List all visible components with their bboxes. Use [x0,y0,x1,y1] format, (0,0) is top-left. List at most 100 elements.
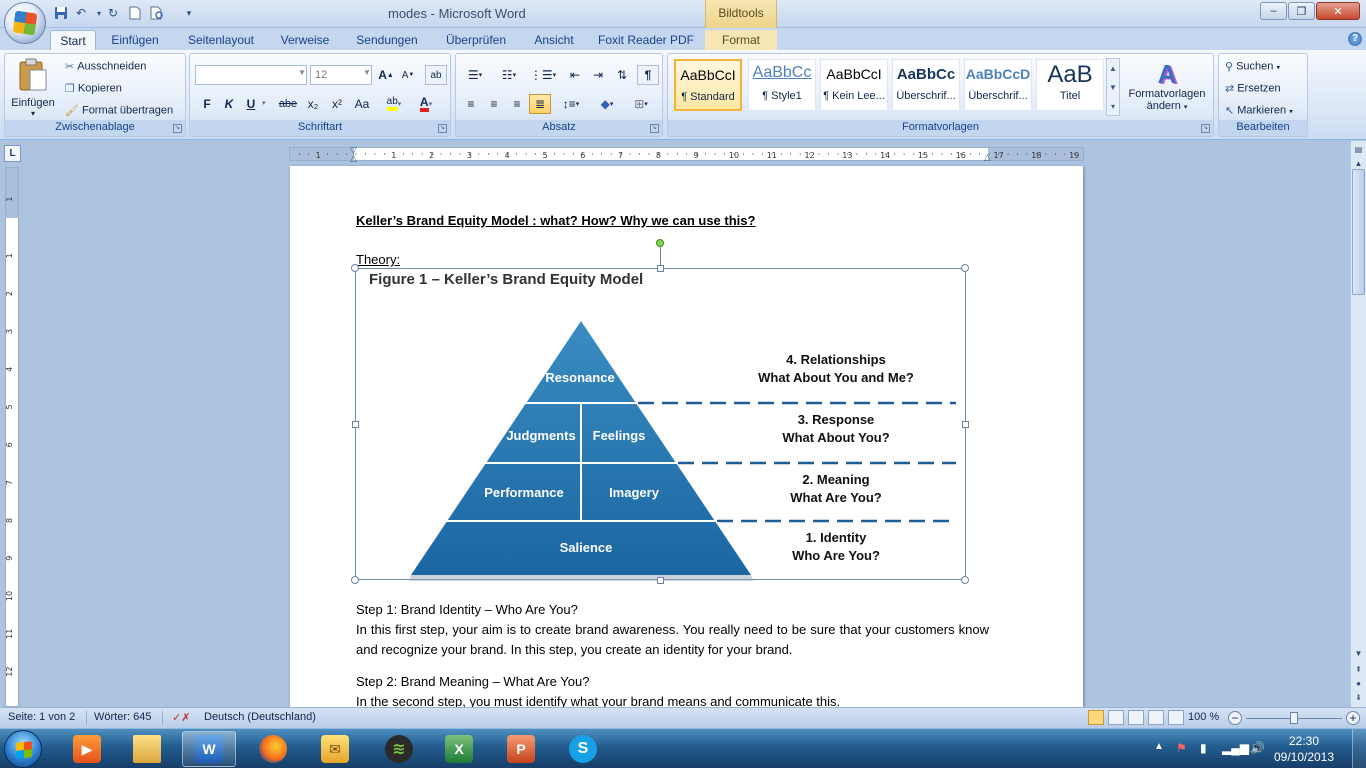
numbering-icon[interactable]: ☷ ▾ [494,65,524,85]
step1-body[interactable]: In this first step, your aim is to creat… [356,620,989,660]
zoom-in-icon[interactable]: + [1346,711,1360,725]
tab-seitenlayout[interactable]: Seitenlayout [180,30,262,50]
vertical-ruler[interactable]: 1123456789101112 [5,167,19,707]
step2-title[interactable]: Step 2: Brand Meaning – What Are You? [356,672,989,692]
subscript-button[interactable]: x₂ [302,94,324,114]
resize-handle-top-right[interactable] [961,264,969,272]
align-left-icon[interactable]: ≡ [460,94,482,114]
customize-toolbar-icon[interactable]: ▾ [180,4,198,22]
bold-button[interactable]: F [197,94,217,114]
style-kein-leerraum[interactable]: AaBbCcI ¶ Kein Lee... [820,59,888,111]
underline-dropdown-icon[interactable]: ▾ [262,99,266,107]
shading-icon[interactable]: ◆ ▾ [592,94,622,114]
file-explorer-icon[interactable] [120,731,174,767]
select-button[interactable]: ↖ Markieren ▾ [1225,104,1293,117]
style-titel[interactable]: AaB Titel [1036,59,1104,111]
scroll-down-icon[interactable]: ▼ [1352,647,1365,661]
skype-icon[interactable]: S [556,731,610,767]
paste-button[interactable]: Einfügen ▾ [11,58,55,118]
style-ueberschrift-1[interactable]: AaBbCc Überschrif... [892,59,960,111]
dialog-launcher-icon[interactable]: ↘ [173,124,182,133]
copy-button[interactable]: ❐ Kopieren [65,82,122,95]
chevron-down-icon[interactable]: ▼ [363,68,371,77]
zoom-slider-thumb[interactable] [1290,712,1298,724]
redo-icon[interactable]: ↻ [104,4,122,22]
office-button[interactable] [4,2,46,44]
dialog-launcher-icon[interactable]: ↘ [438,124,447,133]
decrease-indent-icon[interactable]: ⇤ [564,65,586,85]
dialog-launcher-icon[interactable]: ↘ [650,124,659,133]
system-clock[interactable]: 22:30 09/10/2013 [1272,733,1336,765]
resize-handle-bottom-left[interactable] [351,576,359,584]
tab-verweise[interactable]: Verweise [275,30,335,50]
increase-indent-icon[interactable]: ⇥ [587,65,609,85]
resize-handle-bottom-right[interactable] [961,576,969,584]
style-ueberschrift-2[interactable]: AaBbCcD Überschrif... [964,59,1032,111]
power-icon[interactable]: ▮ [1200,741,1207,755]
strikethrough-button[interactable]: abe [276,94,300,114]
shrink-font-button[interactable]: A ▼ [398,65,418,85]
superscript-button[interactable]: x² [326,94,348,114]
network-icon[interactable]: ▂▄▆ [1222,741,1249,755]
powerpoint-icon[interactable]: P [494,731,548,767]
vertical-scrollbar[interactable]: ▤ ▲ ▼ ⇞ ● ⇟ [1350,141,1366,707]
print-preview-icon[interactable] [148,4,166,22]
highlight-color-button[interactable]: ab ▾ [380,94,408,114]
document-page[interactable]: Keller’s Brand Equity Model : what? How?… [290,166,1083,707]
multilevel-list-icon[interactable]: ⋮☰ ▾ [528,65,558,85]
tab-foxit-reader-pdf[interactable]: Foxit Reader PDF [594,30,698,50]
browse-object-icon[interactable]: ● [1352,677,1365,691]
tab-format[interactable]: Format [705,30,777,50]
scrollbar-thumb[interactable] [1352,169,1365,295]
change-styles-button[interactable]: A Formatvorlagen ändern ▾ [1124,60,1210,112]
step2-body[interactable]: In the second step, you must identify wh… [356,692,989,707]
cut-button[interactable]: ✂ Ausschneiden [65,60,146,73]
tab-einfuegen[interactable]: Einfügen [104,30,166,50]
tab-ueberpruefen[interactable]: Überprüfen [438,30,514,50]
step1-title[interactable]: Step 1: Brand Identity – Who Are You? [356,600,989,620]
close-button[interactable]: ✕ [1316,2,1360,20]
zoom-level[interactable]: 100 % [1188,711,1219,723]
web-layout-icon[interactable] [1128,710,1144,725]
format-painter-button[interactable]: 🖌 Format übertragen [65,104,173,117]
indent-marker-icon[interactable]: ▽ △ [350,146,357,163]
ruler-toggle-icon[interactable]: ▤ [1352,143,1365,157]
outlook-icon[interactable]: ✉ [308,731,362,767]
theory-label[interactable]: Theory: [356,252,400,267]
previous-page-icon[interactable]: ⇞ [1352,663,1365,677]
underline-button[interactable]: U [241,94,261,114]
find-button[interactable]: ⚲ Suchen ▾ [1225,60,1280,73]
tab-sendungen[interactable]: Sendungen [350,30,424,50]
help-icon[interactable]: ? [1348,32,1362,46]
draft-view-icon[interactable] [1168,710,1184,725]
resize-handle-bottom[interactable] [657,577,664,584]
media-player-icon[interactable]: ▶ [60,731,114,767]
print-layout-view-icon[interactable] [1088,710,1104,725]
volume-icon[interactable]: 🔊 [1250,741,1265,755]
right-indent-marker-icon[interactable]: △ [984,152,991,163]
selected-picture[interactable]: Figure 1 – Keller’s Brand Equity Model R… [355,268,966,581]
page-count[interactable]: Seite: 1 von 2 [8,711,75,723]
start-button[interactable] [4,730,42,768]
styles-scroll[interactable]: ▲ ▼ ▾ [1106,58,1120,116]
font-color-button[interactable]: A ▾ [412,94,440,114]
spotify-icon[interactable]: ≋ [372,731,426,767]
resize-handle-left[interactable] [352,421,359,428]
grow-font-button[interactable]: A ▲ [376,65,396,85]
resize-handle-top-left[interactable] [351,264,359,272]
tab-start[interactable]: Start [50,30,96,50]
resize-handle-right[interactable] [962,421,969,428]
change-case-button[interactable]: Aa [350,94,374,114]
full-screen-reading-icon[interactable] [1108,710,1124,725]
tab-selector-button[interactable]: L [4,145,21,162]
align-right-icon[interactable]: ≡ [506,94,528,114]
font-name-field[interactable] [195,65,307,85]
language-indicator[interactable]: Deutsch (Deutschland) [204,711,316,723]
justify-icon[interactable]: ≣ [529,94,551,114]
word-count[interactable]: Wörter: 645 [94,711,151,723]
zoom-out-icon[interactable]: − [1228,711,1242,725]
replace-button[interactable]: ⇄ Ersetzen [1225,82,1281,95]
next-page-icon[interactable]: ⇟ [1352,691,1365,705]
maximize-button[interactable]: ❐ [1288,2,1315,20]
style-style1[interactable]: AaBbCc ¶ Style1 [748,59,816,111]
